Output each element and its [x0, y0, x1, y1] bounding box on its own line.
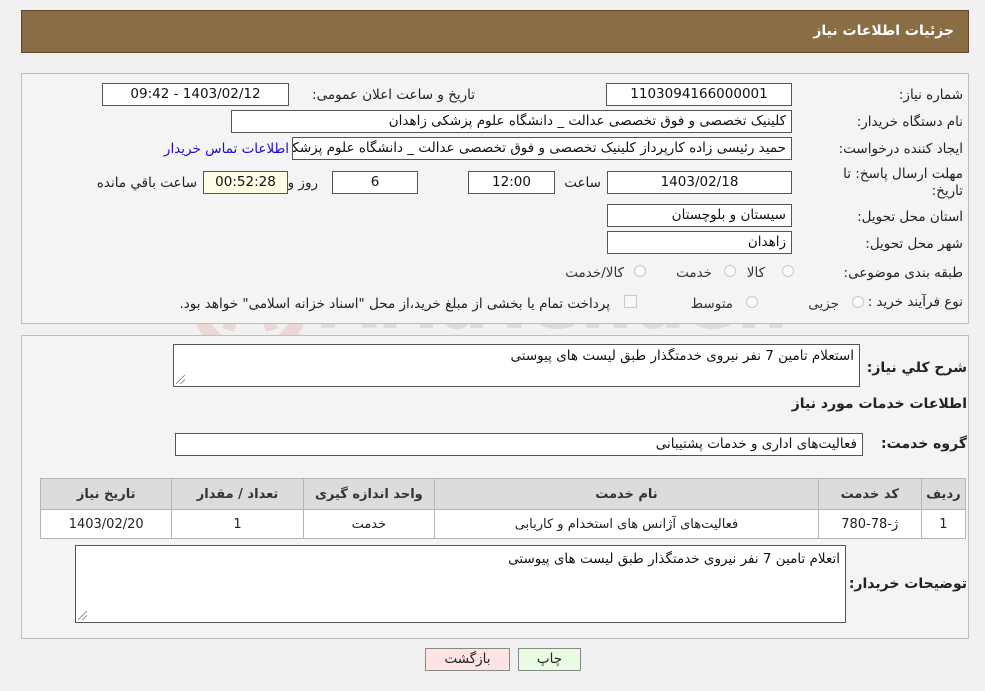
- buyer-org-label: نام دستگاه خریدار:: [856, 114, 963, 130]
- treasury-payment-checkbox[interactable]: [624, 295, 637, 308]
- service-group-label: گروه خدمت:: [881, 436, 967, 452]
- table-header-row: ردیف کد خدمت نام خدمت واحد اندازه گیری ت…: [39, 478, 967, 510]
- category-radio-goods-service[interactable]: [634, 265, 646, 277]
- buyer-notes-text: اتعلام تامین 7 نفر نیروی خدمتگذار طبق لی…: [508, 551, 840, 567]
- print-button[interactable]: چاپ: [518, 648, 581, 671]
- buyer-org-field[interactable]: کلینیک تخصصی و فوق تخصصی عدالت _ دانشگاه…: [231, 110, 792, 133]
- purchase-radio-medium[interactable]: [746, 296, 758, 308]
- category-option-service: خدمت: [676, 265, 712, 281]
- remaining-time-label: ساعت باقي مانده: [96, 175, 197, 191]
- purchase-option-minor: جزیی: [808, 296, 839, 312]
- page-header: جزئیات اطلاعات نیاز: [21, 10, 969, 53]
- category-label: طبقه بندی موضوعی:: [843, 265, 963, 281]
- days-field[interactable]: 6: [332, 171, 418, 194]
- buyer-notes-textarea[interactable]: اتعلام تامین 7 نفر نیروی خدمتگذار طبق لی…: [75, 545, 846, 623]
- remaining-time-field: 00:52:28: [203, 171, 288, 194]
- announce-date-field[interactable]: 1403/02/12 - 09:42: [102, 83, 289, 106]
- purchase-type-label: نوع فرآیند خرید :: [867, 294, 963, 310]
- city-label: شهر محل تحویل:: [865, 236, 963, 252]
- deadline-time-field[interactable]: 12:00: [468, 171, 555, 194]
- services-table: ردیف کد خدمت نام خدمت واحد اندازه گیری ت…: [39, 478, 967, 539]
- cell-row-number: 1: [920, 509, 967, 539]
- col-header-need-date: تاریخ نیاز: [39, 478, 173, 510]
- buyer-contact-link[interactable]: اطلاعات تماس خریدار: [164, 141, 289, 157]
- deadline-label-line1: مهلت ارسال پاسخ: تا: [843, 166, 963, 182]
- cell-service-name: فعالیت‌های آژانس های استخدام و کاریابی: [434, 509, 819, 539]
- cell-unit: خدمت: [302, 509, 436, 539]
- deadline-time-label: ساعت: [564, 175, 601, 191]
- need-number-field[interactable]: 1103094166000001: [606, 83, 792, 106]
- summary-label: شرح کلي نياز:: [866, 360, 967, 376]
- deadline-date-field[interactable]: 1403/02/18: [607, 171, 792, 194]
- table-row: 1 ژ-78-780 فعالیت‌های آژانس های استخدام …: [39, 509, 967, 539]
- col-header-service-code: کد خدمت: [817, 478, 922, 510]
- category-radio-goods[interactable]: [782, 265, 794, 277]
- page-title: جزئیات اطلاعات نیاز: [813, 23, 954, 39]
- col-header-quantity: تعداد / مقدار: [171, 478, 304, 510]
- resize-grip-icon[interactable]: [78, 611, 87, 620]
- resize-grip-icon[interactable]: [176, 375, 185, 384]
- col-header-unit: واحد اندازه گیری: [302, 478, 436, 510]
- city-field[interactable]: زاهدان: [607, 231, 792, 254]
- col-header-row-number: ردیف: [920, 478, 967, 510]
- treasury-payment-note: پرداخت تمام یا بخشی از مبلغ خرید،از محل …: [179, 296, 610, 312]
- services-section-title: اطلاعات خدمات مورد نياز: [791, 396, 967, 412]
- need-number-label: شماره نیاز:: [898, 87, 963, 103]
- province-field[interactable]: سیستان و بلوچستان: [607, 204, 792, 227]
- summary-textarea[interactable]: استعلام تامین 7 نفر نیروی خدمتگذار طبق ل…: [173, 344, 860, 387]
- creator-label: ایجاد کننده درخواست:: [838, 141, 963, 157]
- buyer-notes-label: توضیحات خریدار:: [848, 576, 967, 592]
- cell-need-date: 1403/02/20: [39, 509, 173, 539]
- announce-date-label: تاریخ و ساعت اعلان عمومی:: [312, 87, 475, 103]
- province-label: استان محل تحویل:: [857, 209, 963, 225]
- deadline-label-line2: تاریخ:: [931, 183, 963, 199]
- back-button[interactable]: بازگشت: [425, 648, 510, 671]
- summary-text: استعلام تامین 7 نفر نیروی خدمتگذار طبق ل…: [510, 348, 855, 364]
- purchase-option-medium: متوسط: [690, 296, 733, 312]
- service-group-field[interactable]: فعالیت‌های اداری و خدمات پشتیبانی: [175, 433, 863, 456]
- category-option-goods: کالا: [746, 265, 765, 281]
- purchase-radio-minor[interactable]: [852, 296, 864, 308]
- deadline-label: مهلت ارسال پاسخ: تا تاریخ:: [843, 166, 963, 200]
- col-header-service-name: نام خدمت: [434, 478, 819, 510]
- cell-quantity: 1: [171, 509, 304, 539]
- days-label: روز و: [287, 175, 318, 191]
- category-radio-service[interactable]: [724, 265, 736, 277]
- creator-field[interactable]: حمید رئیسی زاده کارپرداز کلینیک تخصصی و …: [292, 137, 792, 160]
- cell-service-code: ژ-78-780: [817, 509, 922, 539]
- category-option-goods-service: کالا/خدمت: [565, 265, 624, 281]
